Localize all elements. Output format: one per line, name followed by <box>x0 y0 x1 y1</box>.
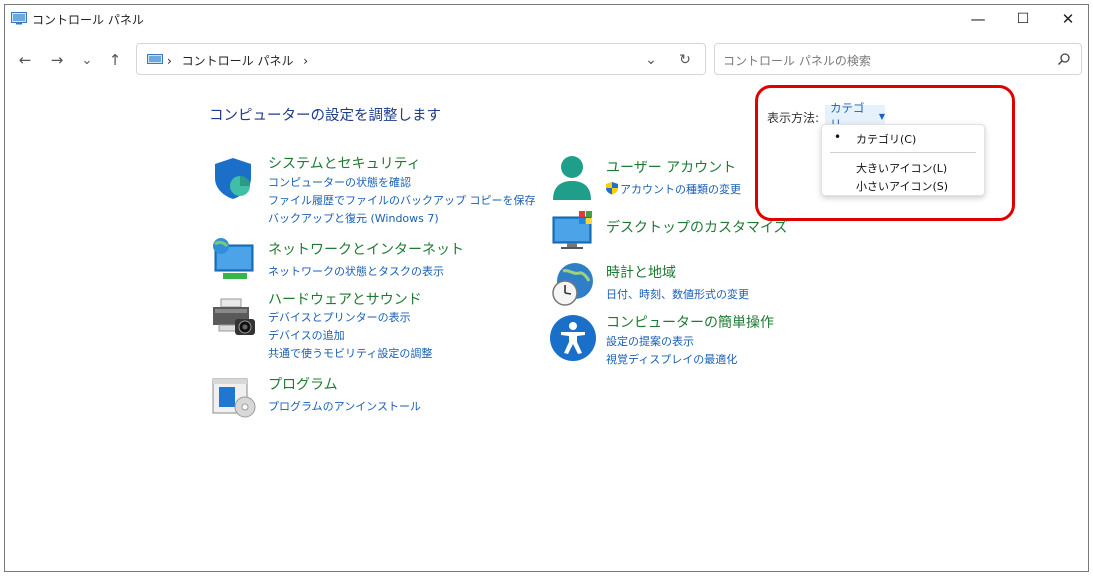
category-system-security[interactable]: システムとセキュリティ <box>268 153 421 173</box>
link-optimize-display[interactable]: 視覚ディスプレイの最適化 <box>606 351 737 367</box>
clock-globe-icon <box>552 263 593 306</box>
minimize-button[interactable]: — <box>955 5 1001 33</box>
printer-icon <box>213 298 255 335</box>
desktop-icon <box>552 211 592 249</box>
link-devices-printers[interactable]: デバイスとプリンターの表示 <box>268 309 411 325</box>
user-icon <box>553 156 591 200</box>
close-button[interactable]: ✕ <box>1045 5 1091 33</box>
address-bar[interactable]: › コントロール パネル › ⌄ ↻ <box>136 43 706 75</box>
up-button[interactable]: ↑ <box>105 50 125 70</box>
category-programs[interactable]: プログラム <box>268 374 338 394</box>
search-icon[interactable] <box>1057 52 1071 66</box>
control-panel-window: コントロール パネル — ☐ ✕ ← → ⌄ ↑ › コントロール パネル › … <box>4 4 1089 572</box>
breadcrumb-separator[interactable]: › <box>303 54 308 68</box>
link-add-device[interactable]: デバイスの追加 <box>268 327 345 343</box>
breadcrumb: › コントロール パネル › <box>167 52 308 69</box>
link-change-account-type[interactable]: アカウントの種類の変更 <box>620 181 741 197</box>
breadcrumb-item-control-panel[interactable]: コントロール パネル <box>182 54 294 68</box>
category-clock-region[interactable]: 時計と地域 <box>606 262 676 282</box>
link-mobility-settings[interactable]: 共通で使うモビリティ設定の調整 <box>268 345 432 361</box>
accessibility-icon <box>550 315 596 361</box>
link-network-status[interactable]: ネットワークの状態とタスクの表示 <box>268 263 444 279</box>
link-backup-restore[interactable]: バックアップと復元 (Windows 7) <box>268 210 439 226</box>
page-title: コンピューターの設定を調整します <box>209 108 441 124</box>
category-user-accounts[interactable]: ユーザー アカウント <box>606 157 736 177</box>
category-desktop-customization[interactable]: デスクトップのカスタマイズ <box>606 217 788 237</box>
link-uninstall-program[interactable]: プログラムのアンインストール <box>268 398 421 414</box>
category-ease-of-access[interactable]: コンピューターの簡単操作 <box>606 312 774 332</box>
breadcrumb-separator[interactable]: › <box>167 54 172 68</box>
highlight-box <box>755 85 1015 221</box>
uac-shield-icon <box>606 182 618 195</box>
control-panel-icon <box>11 12 27 25</box>
title-bar: コントロール パネル — ☐ ✕ <box>5 5 1088 33</box>
shield-icon <box>215 158 251 199</box>
link-file-history[interactable]: ファイル履歴でファイルのバックアップ コピーを保存 <box>268 192 536 208</box>
link-check-status[interactable]: コンピューターの状態を確認 <box>268 174 411 190</box>
maximize-button[interactable]: ☐ <box>1000 5 1046 33</box>
window-title: コントロール パネル <box>32 13 144 27</box>
recent-locations-button[interactable]: ⌄ <box>77 50 97 70</box>
link-date-time-format[interactable]: 日付、時刻、数値形式の変更 <box>606 286 749 302</box>
search-input[interactable]: コントロール パネルの検索 <box>723 52 871 69</box>
search-box[interactable]: コントロール パネルの検索 <box>714 43 1082 75</box>
programs-icon <box>212 378 256 418</box>
back-button[interactable]: ← <box>15 50 35 70</box>
control-panel-icon <box>147 54 163 64</box>
navigation-bar: ← → ⌄ ↑ › コントロール パネル › ⌄ ↻ コントロール パネルの検索 <box>5 39 1088 79</box>
address-dropdown-button[interactable]: ⌄ <box>641 50 661 70</box>
category-network-internet[interactable]: ネットワークとインターネット <box>268 239 464 259</box>
network-icon <box>213 238 254 279</box>
link-recommended-settings[interactable]: 設定の提案の表示 <box>606 333 694 349</box>
refresh-button[interactable]: ↻ <box>675 50 695 70</box>
category-hardware-sound[interactable]: ハードウェアとサウンド <box>268 289 422 309</box>
forward-button[interactable]: → <box>47 50 67 70</box>
